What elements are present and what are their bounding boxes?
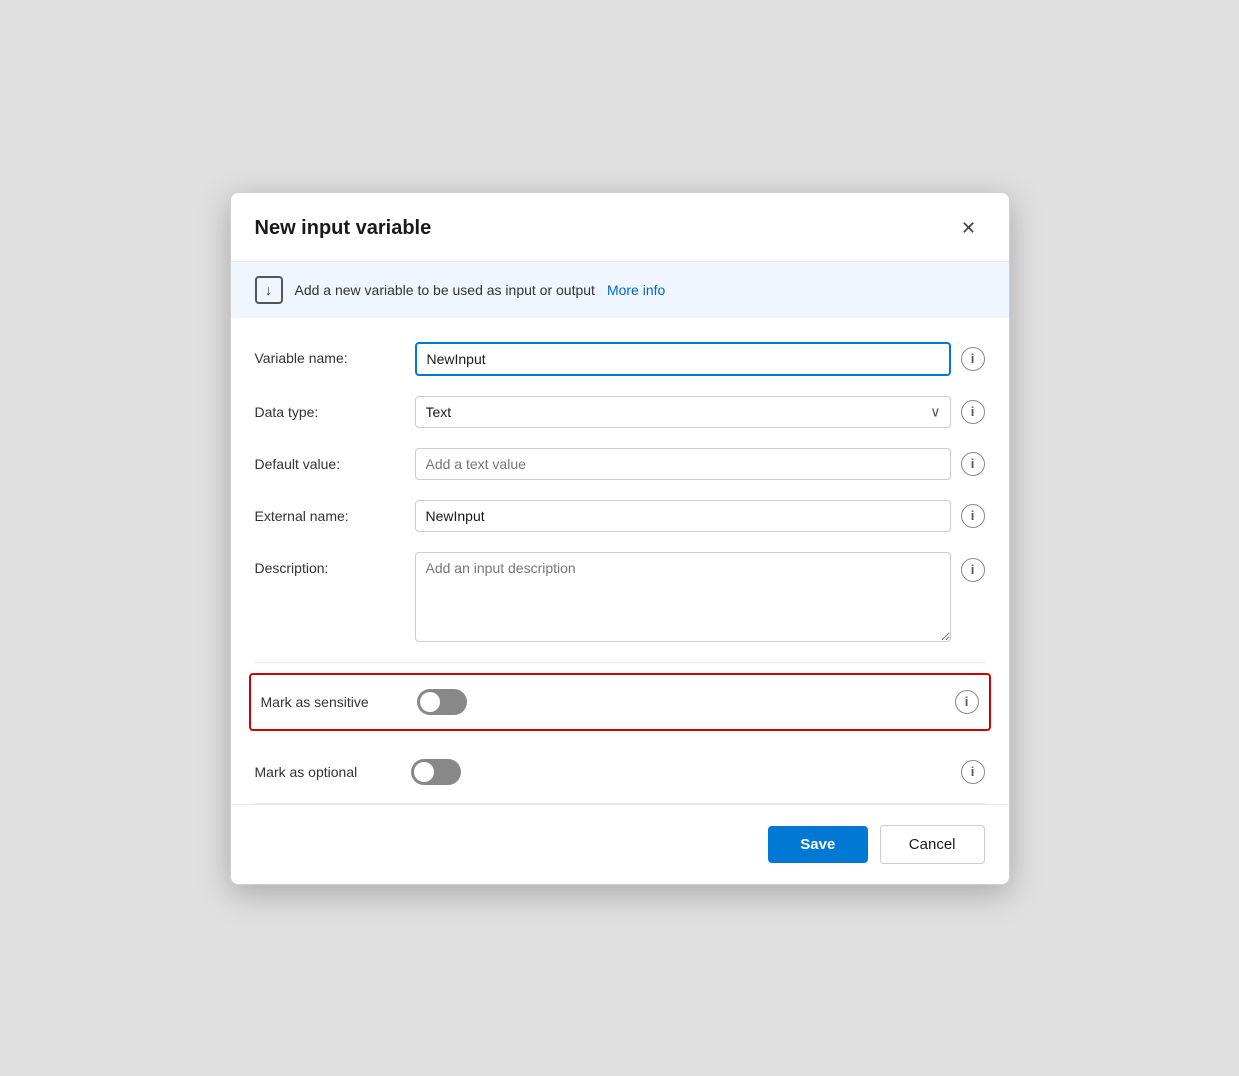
optional-label: Mark as optional <box>255 764 395 780</box>
data-type-label: Data type: <box>255 396 415 420</box>
cancel-button[interactable]: Cancel <box>880 825 985 864</box>
dialog-body: Variable name: i Data type: Text Number … <box>231 318 1009 804</box>
info-icon: i <box>971 404 975 419</box>
description-control-wrap: i <box>415 552 985 642</box>
data-type-control-wrap: Text Number Boolean Date List ∨ i <box>415 396 985 428</box>
toggle-section: Mark as sensitive i Mark as optional <box>255 662 985 804</box>
dialog-title: New input variable <box>255 217 432 240</box>
default-value-row: Default value: i <box>255 448 985 480</box>
mark-as-optional-row: Mark as optional i <box>255 741 985 804</box>
info-banner-text: Add a new variable to be used as input o… <box>295 282 595 298</box>
default-value-info-button[interactable]: i <box>961 452 985 476</box>
save-button[interactable]: Save <box>768 826 868 863</box>
description-label: Description: <box>255 552 415 576</box>
mark-as-sensitive-row: Mark as sensitive i <box>249 673 991 731</box>
dialog-footer: Save Cancel <box>231 804 1009 884</box>
external-name-control-wrap: i <box>415 500 985 532</box>
optional-slider <box>411 759 461 785</box>
default-value-control-wrap: i <box>415 448 985 480</box>
close-button[interactable]: ✕ <box>953 213 985 245</box>
variable-name-row: Variable name: i <box>255 342 985 376</box>
external-name-row: External name: i <box>255 500 985 532</box>
sensitive-label: Mark as sensitive <box>261 694 401 710</box>
data-type-select-wrap: Text Number Boolean Date List ∨ <box>415 396 951 428</box>
variable-name-input[interactable] <box>415 342 951 376</box>
info-icon: i <box>971 508 975 523</box>
dialog-header: New input variable ✕ <box>231 193 1009 262</box>
new-input-variable-dialog: New input variable ✕ ↓ Add a new variabl… <box>230 192 1010 885</box>
optional-toggle[interactable] <box>411 759 461 785</box>
info-icon: i <box>971 764 975 779</box>
default-value-input[interactable] <box>415 448 951 480</box>
data-type-info-button[interactable]: i <box>961 400 985 424</box>
data-type-select[interactable]: Text Number Boolean Date List <box>415 396 951 428</box>
variable-name-info-button[interactable]: i <box>961 347 985 371</box>
variable-name-label: Variable name: <box>255 342 415 366</box>
info-icon: i <box>971 351 975 366</box>
external-name-label: External name: <box>255 500 415 524</box>
external-name-input[interactable] <box>415 500 951 532</box>
optional-info-button[interactable]: i <box>961 760 985 784</box>
info-icon: i <box>965 694 969 709</box>
description-info-button[interactable]: i <box>961 558 985 582</box>
default-value-label: Default value: <box>255 448 415 472</box>
info-banner-icon: ↓ <box>255 276 283 304</box>
data-type-row: Data type: Text Number Boolean Date List… <box>255 396 985 428</box>
info-icon: i <box>971 562 975 577</box>
info-banner: ↓ Add a new variable to be used as input… <box>231 262 1009 318</box>
sensitive-info-button[interactable]: i <box>955 690 979 714</box>
sensitive-label-group: Mark as sensitive <box>261 689 467 715</box>
description-row: Description: i <box>255 552 985 642</box>
more-info-link[interactable]: More info <box>607 282 665 298</box>
external-name-info-button[interactable]: i <box>961 504 985 528</box>
optional-label-group: Mark as optional <box>255 759 461 785</box>
variable-name-control-wrap: i <box>415 342 985 376</box>
info-icon: i <box>971 456 975 471</box>
sensitive-slider <box>417 689 467 715</box>
description-input[interactable] <box>415 552 951 642</box>
sensitive-toggle[interactable] <box>417 689 467 715</box>
close-icon: ✕ <box>961 218 976 239</box>
